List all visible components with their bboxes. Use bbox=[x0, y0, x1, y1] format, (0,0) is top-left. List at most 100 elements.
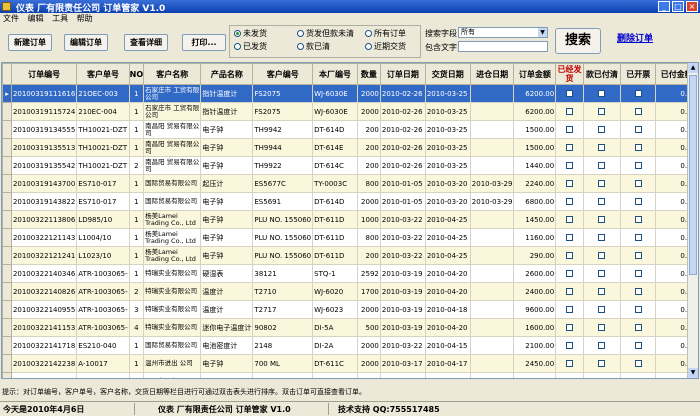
maximize-icon[interactable]: □ bbox=[672, 1, 684, 12]
table-row[interactable]: 20100322141153 ATR-1003065- 4 特瑞实业有限公司 迷你电子温… bbox=[2, 318, 698, 337]
table-row[interactable]: 20100322142641ES710-0171国际贸易有限公司酒精计0-100… bbox=[2, 372, 698, 379]
invoiced-checkbox[interactable] bbox=[634, 342, 642, 349]
row-selector[interactable] bbox=[2, 264, 12, 283]
menu-tools[interactable]: 工具 bbox=[49, 13, 71, 24]
paid-in-full-checkbox[interactable] bbox=[598, 270, 606, 277]
shipped-checkbox[interactable] bbox=[566, 126, 573, 133]
shipped-checkbox[interactable] bbox=[566, 144, 573, 151]
shipped-checkbox[interactable] bbox=[566, 234, 573, 241]
invoiced-checkbox[interactable] bbox=[634, 306, 642, 313]
chevron-down-icon[interactable]: ▼ bbox=[538, 28, 547, 37]
table-row[interactable]: 20100322141718 ES210-040 1 国际贸易有限公司 电池密度计 214… bbox=[2, 336, 698, 355]
search-input[interactable] bbox=[458, 41, 548, 52]
invoiced-checkbox[interactable] bbox=[634, 108, 642, 115]
row-selector[interactable] bbox=[2, 318, 12, 337]
column-header-shipped[interactable]: 已经发货 bbox=[555, 63, 584, 85]
shipped-checkbox[interactable] bbox=[566, 180, 573, 187]
table-row[interactable]: 20100322142238 A-10017 1 温州市进出 公司 电子钟 700 ML D… bbox=[2, 354, 698, 373]
invoiced-checkbox[interactable] bbox=[634, 324, 642, 331]
row-selector[interactable] bbox=[2, 210, 12, 229]
column-header-customer-po[interactable]: 客户单号 bbox=[76, 63, 130, 85]
table-row[interactable]: 20100319134555 TH10021-DZT 1 南昌阳 贸易有限公司 电子钟 T… bbox=[2, 120, 698, 139]
shipped-checkbox[interactable] bbox=[566, 306, 573, 313]
table-row[interactable]: 20100322140346 ATR-1003065- 1 特瑞实业有限公司 硬湿表 38… bbox=[2, 264, 698, 283]
row-selector[interactable] bbox=[2, 372, 12, 378]
radio-all-orders[interactable]: 所有订单 bbox=[365, 28, 406, 39]
radio-paid[interactable]: 款已清 bbox=[297, 41, 330, 52]
row-selector[interactable] bbox=[2, 228, 12, 247]
paid-in-full-checkbox[interactable] bbox=[598, 252, 606, 259]
row-selector[interactable] bbox=[2, 282, 12, 301]
paid-in-full-checkbox[interactable] bbox=[598, 342, 606, 349]
menu-help[interactable]: 帮助 bbox=[74, 13, 96, 24]
invoiced-checkbox[interactable] bbox=[634, 216, 642, 223]
column-header-amount[interactable]: 订单金额 bbox=[513, 63, 557, 85]
shipped-checkbox[interactable] bbox=[566, 252, 573, 259]
paid-in-full-checkbox[interactable] bbox=[598, 126, 606, 133]
invoiced-checkbox[interactable] bbox=[634, 144, 642, 151]
invoiced-checkbox[interactable] bbox=[634, 270, 642, 277]
table-row[interactable]: 20100319135542 TH10021-DZT 2 南昌阳 贸易有限公司 电子钟 T… bbox=[2, 156, 698, 175]
column-header-no[interactable]: NO bbox=[128, 63, 145, 85]
paid-in-full-checkbox[interactable] bbox=[598, 90, 606, 97]
edit-order-button[interactable]: 编辑订单 bbox=[64, 34, 108, 51]
row-selector[interactable] bbox=[2, 138, 12, 157]
row-selector[interactable] bbox=[2, 174, 12, 193]
view-detail-button[interactable]: 查看详细 bbox=[124, 34, 168, 51]
radio-unshipped[interactable]: 未发货 bbox=[234, 28, 267, 39]
invoiced-checkbox[interactable] bbox=[634, 198, 642, 205]
new-order-button[interactable]: 新建订单 bbox=[8, 34, 52, 51]
paid-in-full-checkbox[interactable] bbox=[598, 234, 606, 241]
paid-in-full-checkbox[interactable] bbox=[598, 378, 605, 379]
table-row[interactable]: 20100319143822 ES710-017 1 国际贸易有限公司 电子钟 ES569… bbox=[2, 192, 698, 211]
invoiced-checkbox[interactable] bbox=[634, 234, 642, 241]
paid-in-full-checkbox[interactable] bbox=[598, 144, 606, 151]
shipped-checkbox[interactable] bbox=[566, 216, 573, 223]
paid-in-full-checkbox[interactable] bbox=[598, 216, 606, 223]
paid-in-full-checkbox[interactable] bbox=[598, 162, 606, 169]
table-row[interactable]: 20100322113806 LD985/10 1 杨美Lamei Trading C… bbox=[2, 210, 698, 229]
row-selector[interactable] bbox=[2, 120, 12, 139]
close-icon[interactable]: × bbox=[686, 1, 698, 12]
shipped-checkbox[interactable] bbox=[566, 90, 573, 97]
column-header-paid-in-full[interactable]: 款已付清 bbox=[582, 63, 622, 85]
invoiced-checkbox[interactable] bbox=[634, 126, 642, 133]
shipped-checkbox[interactable] bbox=[566, 324, 573, 331]
invoiced-checkbox[interactable] bbox=[634, 180, 642, 187]
column-header-delivery-date[interactable]: 交货日期 bbox=[424, 63, 471, 85]
shipped-checkbox[interactable] bbox=[566, 270, 573, 277]
scroll-up-icon[interactable]: ▲ bbox=[688, 63, 698, 73]
paid-in-full-checkbox[interactable] bbox=[598, 288, 606, 295]
shipped-checkbox[interactable] bbox=[566, 198, 573, 205]
invoiced-checkbox[interactable] bbox=[634, 90, 642, 97]
row-selector[interactable] bbox=[2, 102, 12, 121]
shipped-checkbox[interactable] bbox=[566, 288, 573, 295]
shipped-checkbox[interactable] bbox=[566, 162, 573, 169]
shipped-checkbox[interactable] bbox=[566, 360, 573, 367]
table-row[interactable]: 20100322140955 ATR-1003065- 3 特瑞实业有限公司 温度计 T2… bbox=[2, 300, 698, 319]
print-button[interactable]: 打印... bbox=[182, 34, 226, 51]
paid-in-full-checkbox[interactable] bbox=[598, 360, 606, 367]
search-field-select[interactable]: 所有 ▼ bbox=[458, 27, 548, 38]
orders-grid[interactable]: 订单编号 客户单号 NO 客户名称 产品名称 客户编号 本厂编号 数量 订单日期… bbox=[1, 62, 699, 379]
invoiced-checkbox[interactable] bbox=[635, 378, 642, 379]
row-selector[interactable] bbox=[2, 336, 12, 355]
column-header-quantity[interactable]: 数量 bbox=[356, 63, 381, 85]
column-header-order-id[interactable]: 订单编号 bbox=[10, 63, 78, 85]
paid-in-full-checkbox[interactable] bbox=[598, 306, 606, 313]
table-row[interactable]: 20100319143700 ES710-017 1 国际贸易有限公司 起压计 ES567… bbox=[2, 174, 698, 193]
shipped-checkbox[interactable] bbox=[566, 342, 573, 349]
invoiced-checkbox[interactable] bbox=[634, 252, 642, 259]
menu-edit[interactable]: 编辑 bbox=[25, 13, 47, 24]
row-selector[interactable] bbox=[2, 300, 12, 319]
paid-in-full-checkbox[interactable] bbox=[598, 108, 606, 115]
column-header-product-name[interactable]: 产品名称 bbox=[200, 63, 254, 85]
invoiced-checkbox[interactable] bbox=[634, 162, 642, 169]
invoiced-checkbox[interactable] bbox=[634, 360, 642, 367]
column-header-customer-code[interactable]: 客户编号 bbox=[252, 63, 314, 85]
scroll-down-icon[interactable]: ▼ bbox=[688, 368, 698, 378]
invoiced-checkbox[interactable] bbox=[634, 288, 642, 295]
menu-file[interactable]: 文件 bbox=[0, 13, 22, 24]
paid-in-full-checkbox[interactable] bbox=[598, 180, 606, 187]
radio-shipped[interactable]: 已发货 bbox=[234, 41, 267, 52]
